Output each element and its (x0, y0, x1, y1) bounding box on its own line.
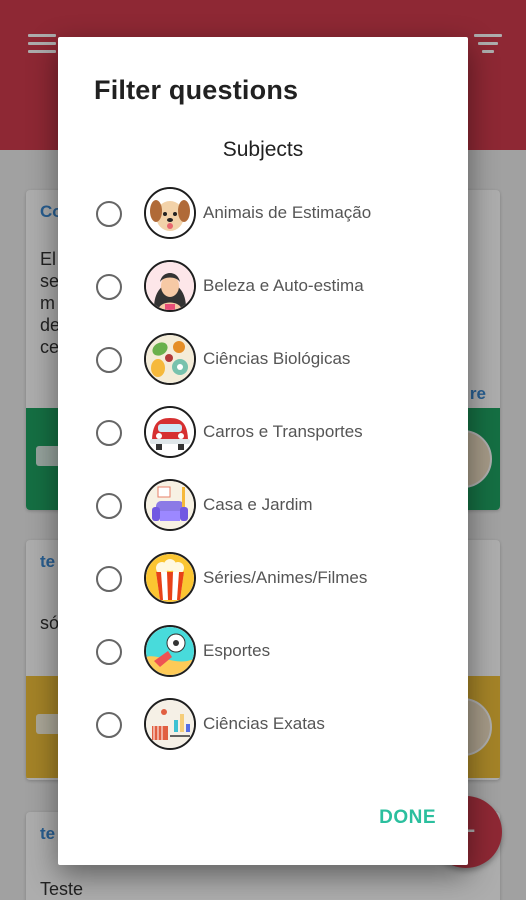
subject-option[interactable]: Esportes (58, 615, 468, 685)
subject-radio[interactable] (96, 566, 122, 592)
subject-option[interactable]: Carros e Transportes (58, 396, 468, 466)
subject-radio[interactable] (96, 201, 122, 227)
math-icon (144, 698, 196, 750)
subject-label: Carros e Transportes (203, 422, 363, 441)
subject-option[interactable]: Ciências Biológicas (58, 323, 468, 393)
subject-label: Esportes (203, 641, 271, 660)
dog-icon (144, 187, 196, 239)
subject-radio[interactable] (96, 420, 122, 446)
subject-label: Ciências Exatas (203, 714, 325, 733)
subjects-heading: Subjects (222, 138, 304, 161)
subject-option[interactable]: Animais de Estimação (58, 177, 468, 247)
woman-icon (144, 260, 196, 312)
car-icon (144, 406, 196, 458)
subject-label: Séries/Animes/Filmes (203, 568, 368, 587)
subject-radio[interactable] (96, 274, 122, 300)
subject-label: Casa e Jardim (203, 495, 313, 514)
subject-radio[interactable] (96, 712, 122, 738)
subject-radio[interactable] (96, 493, 122, 519)
filter-dialog: Filter questions Subjects Animais de Est… (58, 37, 468, 865)
subject-label: Beleza e Auto-estima (203, 276, 364, 295)
subject-option[interactable]: Séries/Animes/Filmes (58, 542, 468, 612)
biology-icon (144, 333, 196, 385)
subject-label: Animais de Estimação (203, 203, 372, 222)
popcorn-icon (144, 552, 196, 604)
subject-option[interactable]: Casa e Jardim (58, 469, 468, 539)
soccer-icon (144, 625, 196, 677)
done-button[interactable]: DONE (379, 807, 436, 829)
armchair-icon (144, 479, 196, 531)
subject-radio[interactable] (96, 347, 122, 373)
subject-option[interactable]: Ciências Exatas (58, 688, 468, 758)
subject-radio[interactable] (96, 639, 122, 665)
subject-label: Ciências Biológicas (203, 349, 351, 368)
subject-option[interactable]: Beleza e Auto-estima (58, 250, 468, 320)
dialog-title: Filter questions (94, 75, 299, 105)
